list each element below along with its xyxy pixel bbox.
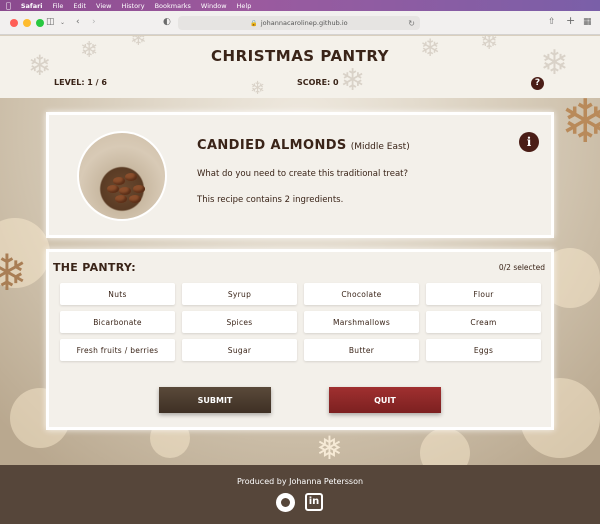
- level-indicator: LEVEL: 1 / 6: [54, 78, 107, 87]
- ingredient-bicarbonate[interactable]: Bicarbonate: [60, 311, 175, 333]
- github-icon[interactable]: [276, 493, 295, 512]
- ingredient-butter[interactable]: Butter: [304, 339, 419, 361]
- ingredient-nuts[interactable]: Nuts: [60, 283, 175, 305]
- back-icon[interactable]: ‹: [76, 17, 80, 28]
- menu-file[interactable]: File: [53, 2, 64, 10]
- address-bar[interactable]: 🔒 johannacarolinep.github.io ↻: [178, 16, 420, 30]
- window-controls: [10, 19, 44, 27]
- menu-app-name[interactable]: Safari: [21, 2, 43, 10]
- recipe-question: What do you need to create this traditio…: [197, 169, 408, 179]
- snowflake-decoration-icon: ❄: [250, 78, 266, 98]
- forward-icon[interactable]: ›: [92, 17, 96, 28]
- apple-icon[interactable]: : [6, 1, 11, 10]
- score-indicator: SCORE: 0: [297, 78, 339, 87]
- lock-icon: 🔒: [250, 19, 258, 27]
- menu-edit[interactable]: Edit: [73, 2, 86, 10]
- ingredient-cream[interactable]: Cream: [426, 311, 541, 333]
- reload-icon[interactable]: ↻: [408, 19, 415, 28]
- recipe-origin: (Middle East): [350, 142, 410, 152]
- snowflake-decoration-icon: ❄: [0, 244, 28, 302]
- recipe-image: [77, 131, 167, 221]
- menu-bookmarks[interactable]: Bookmarks: [155, 2, 191, 10]
- footer-credit: Produced by Johanna Petersson: [236, 477, 364, 486]
- url-text: johannacarolinep.github.io: [260, 19, 348, 27]
- site-header: ❄ ❄ ❄ ❄ ❄ ❄ ❄ ❄ CHRISTMAS PANTRY LEVEL: …: [0, 36, 600, 98]
- ingredient-chocolate[interactable]: Chocolate: [304, 283, 419, 305]
- ingredient-marshmallows[interactable]: Marshmallows: [304, 311, 419, 333]
- ingredient-count: This recipe contains 2 ingredients.: [197, 195, 344, 205]
- recipe-title: CANDIED ALMONDS: [197, 138, 347, 153]
- ingredient-syrup[interactable]: Syrup: [182, 283, 297, 305]
- chevron-down-icon[interactable]: ⌄: [60, 17, 65, 28]
- snowflake-decoration-icon: ❅: [316, 429, 343, 465]
- ingredient-eggs[interactable]: Eggs: [426, 339, 541, 361]
- sidebar-icon[interactable]: ◫: [46, 17, 55, 28]
- linkedin-icon[interactable]: in: [305, 493, 323, 511]
- site-footer: Produced by Johanna Petersson in: [0, 465, 600, 524]
- tab-overview-icon[interactable]: ▦: [583, 17, 592, 28]
- page-title: CHRISTMAS PANTRY: [211, 47, 389, 65]
- menu-help[interactable]: Help: [237, 2, 252, 10]
- minimize-window-icon[interactable]: [23, 19, 31, 27]
- menu-window[interactable]: Window: [201, 2, 227, 10]
- recipe-name: CANDIED ALMONDS (Middle East): [197, 138, 410, 153]
- new-tab-icon[interactable]: +: [566, 15, 575, 26]
- zoom-window-icon[interactable]: [36, 19, 44, 27]
- help-button[interactable]: ?: [531, 77, 544, 90]
- close-window-icon[interactable]: [10, 19, 18, 27]
- selection-counter: 0/2 selected: [498, 263, 545, 272]
- ingredient-spices[interactable]: Spices: [182, 311, 297, 333]
- info-button[interactable]: i: [519, 132, 539, 152]
- pantry-title: THE PANTRY:: [53, 261, 136, 274]
- ingredient-fresh-fruits-berries[interactable]: Fresh fruits / berries: [60, 339, 175, 361]
- submit-button[interactable]: SUBMIT: [159, 387, 271, 413]
- menu-view[interactable]: View: [96, 2, 111, 10]
- pantry-panel: THE PANTRY: 0/2 selected Nuts Syrup Choc…: [46, 249, 554, 430]
- menu-history[interactable]: History: [121, 2, 144, 10]
- social-links: in: [276, 493, 323, 512]
- share-icon[interactable]: ⇧: [548, 17, 556, 28]
- macos-menubar:  Safari File Edit View History Bookmark…: [0, 0, 600, 11]
- snowflake-decoration-icon: ❄: [340, 63, 366, 98]
- recipe-card: CANDIED ALMONDS (Middle East) What do you…: [46, 112, 554, 238]
- quit-button[interactable]: QUIT: [329, 387, 441, 413]
- privacy-shield-icon[interactable]: ◐: [163, 17, 171, 28]
- ingredient-sugar[interactable]: Sugar: [182, 339, 297, 361]
- browser-toolbar: ◫ ⌄ ‹ › ◐ 🔒 johannacarolinep.github.io ↻…: [0, 11, 600, 35]
- snowflake-decoration-icon: ❄: [560, 98, 600, 157]
- ingredient-grid: Nuts Syrup Chocolate Flour Bicarbonate S…: [60, 283, 541, 361]
- ingredient-flour[interactable]: Flour: [426, 283, 541, 305]
